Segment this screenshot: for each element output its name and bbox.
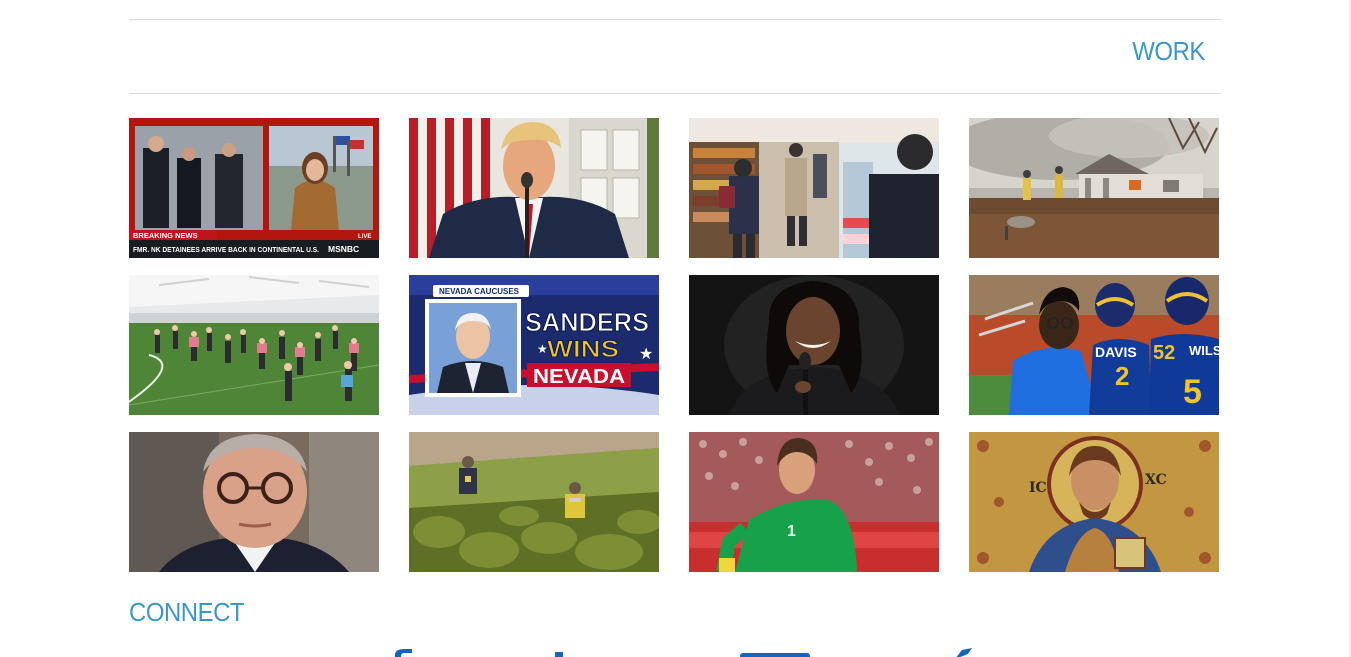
social-icons-peek	[395, 648, 972, 657]
work-thumbnail-sanders-wins-nevada[interactable]: NEVADA CAUCUSES SANDERS WINS NEVADA ★ ★	[409, 275, 659, 415]
graphic-headline-line2: WINS	[547, 336, 619, 363]
press-briefing-image	[409, 118, 659, 258]
mosaic-letters-left: IC	[1029, 480, 1047, 496]
grocery-store-image	[689, 118, 939, 258]
house-fire-image	[969, 118, 1219, 258]
work-thumbnail-speaker-with-microphone[interactable]	[689, 275, 939, 415]
work-thumbnail-byzantine-mosaic[interactable]: IC XC	[969, 432, 1219, 572]
work-thumbnail-house-fire-firefighters[interactable]	[969, 118, 1219, 258]
work-thumbnail-soccer-goalkeeper[interactable]: 1	[689, 432, 939, 572]
mosaic-letters-right: XC	[1145, 472, 1167, 488]
jersey-number-2: 52	[1153, 342, 1175, 364]
social-icons-row	[0, 646, 1351, 657]
indoor-fitness-image	[129, 275, 379, 415]
jersey-name-1: DAVIS	[1095, 344, 1137, 360]
jersey-name-2: WILS	[1189, 343, 1219, 358]
work-thumbnail-official-portrait-glasses[interactable]	[129, 432, 379, 572]
soccer-goalkeeper-image: 1	[689, 432, 939, 572]
facebook-icon[interactable]	[395, 649, 412, 657]
work-thumbnail-president-podium[interactable]	[409, 118, 659, 258]
mosaic-artwork-image: IC XC	[969, 432, 1219, 572]
svg-text:5: 5	[1183, 373, 1202, 411]
speaker-portrait-image	[689, 275, 939, 415]
official-portrait-image	[129, 432, 379, 572]
goalkeeper-jersey-number: 1	[787, 523, 796, 540]
page: WORK BREAKING NEWS FMR. NK DETAINEES ARR…	[0, 0, 1351, 657]
work-thumbnail-field-search-team[interactable]	[409, 432, 659, 572]
svg-text:★: ★	[537, 342, 548, 356]
football-players-image: DAVIS 2 WILS 52 5	[969, 275, 1219, 415]
network-logo-text: MSNBC	[328, 244, 359, 254]
divider-top	[129, 19, 1221, 20]
work-thumbnail-msnbc-breaking-news[interactable]: BREAKING NEWS FMR. NK DETAINEES ARRIVE B…	[129, 118, 379, 258]
news-broadcast-image: BREAKING NEWS FMR. NK DETAINEES ARRIVE B…	[129, 118, 379, 258]
work-thumbnail-indoor-field-fitness-class[interactable]	[129, 275, 379, 415]
work-section-title: WORK	[1132, 36, 1205, 66]
breaking-news-banner: BREAKING NEWS	[133, 231, 198, 240]
instagram-icon[interactable]	[555, 652, 563, 657]
graphic-kicker-text: NEVADA CAUCUSES	[439, 287, 520, 296]
work-thumbnail-grocery-store-aisle[interactable]	[689, 118, 939, 258]
field-search-image	[409, 432, 659, 572]
graphic-headline-line3: NEVADA	[533, 366, 625, 388]
svg-text:★: ★	[639, 344, 653, 363]
live-badge: LIVE	[358, 234, 371, 240]
connect-section-title: CONNECT	[129, 597, 245, 627]
election-graphic-image: NEVADA CAUCUSES SANDERS WINS NEVADA ★ ★	[409, 275, 659, 415]
work-grid: BREAKING NEWS FMR. NK DETAINEES ARRIVE B…	[129, 118, 1219, 572]
divider-bottom	[129, 93, 1221, 94]
twitter-icon[interactable]	[955, 648, 972, 657]
work-thumbnail-rams-players[interactable]: DAVIS 2 WILS 52 5	[969, 275, 1219, 415]
email-icon[interactable]	[740, 653, 810, 657]
graphic-headline-line1: SANDERS	[525, 307, 649, 337]
news-ticker-text: FMR. NK DETAINEES ARRIVE BACK IN CONTINE…	[133, 245, 319, 254]
jersey-number-1: 2	[1115, 361, 1129, 391]
